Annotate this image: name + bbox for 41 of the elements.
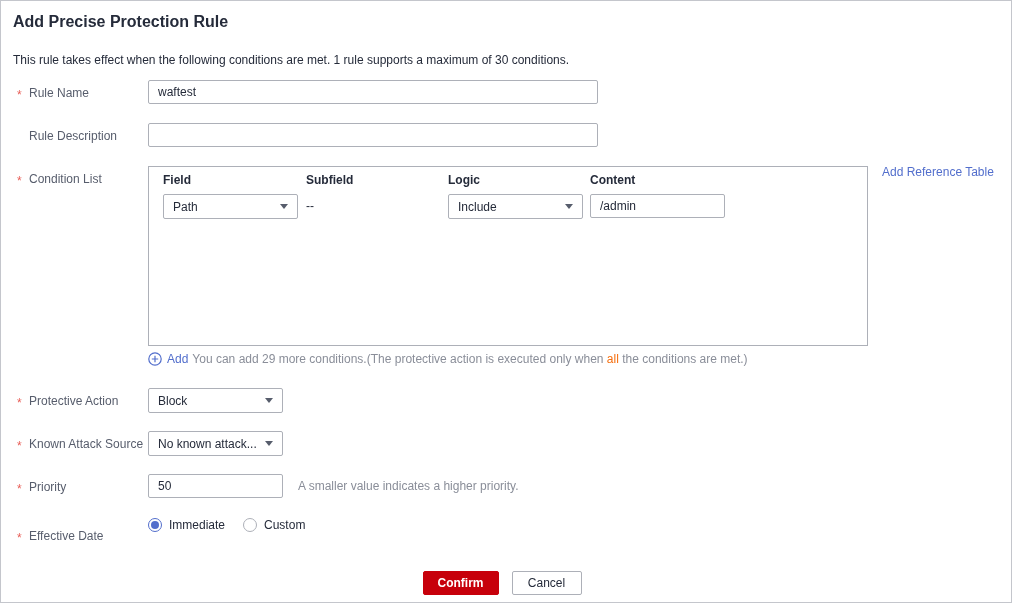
caret-icon [265,398,273,403]
dialog-title: Add Precise Protection Rule [13,12,230,32]
text-input[interactable]: /admin [590,194,725,218]
plus-circle-icon [148,352,162,366]
dropdown[interactable]: Path [163,194,298,219]
required-mark: * [17,87,23,103]
field-label: Protective Action [29,394,119,408]
required-mark: * [17,438,23,454]
confirm-button[interactable]: Confirm [422,571,499,595]
text-input[interactable] [148,123,598,147]
caret-icon [565,204,573,209]
required-mark: * [17,481,23,497]
add-reference-table-link[interactable]: Add Reference Table [882,166,994,346]
field-label: Condition List [29,172,102,186]
table-cell-text: -- [306,198,315,215]
radio-option[interactable]: Immediate [148,517,226,533]
field-label: Rule Name [29,86,90,100]
add-link[interactable]: Add [148,352,189,366]
field-label: Rule Description [29,129,118,143]
hint-text: You can add 29 more conditions.(The protective action is executed only when all the conditions are met.) [192,352,748,366]
radio-option[interactable]: Custom [243,517,306,533]
required-mark: * [17,530,23,546]
dropdown[interactable]: No known attack... [148,431,283,456]
field-label: Effective Date [29,529,104,543]
field-label: Known Attack Source [29,437,144,451]
text-input[interactable]: waftest [148,80,598,104]
text-input[interactable]: 50 [148,474,283,498]
intro-text: This rule takes effect when the following conditions are met. 1 rule supports a maximum of 30 conditions. [13,53,571,67]
required-mark: * [17,173,23,189]
field-label: Priority [29,480,67,494]
column-header: Field [163,173,192,187]
caret-icon [265,441,273,446]
cancel-button[interactable]: Cancel [511,571,582,595]
dropdown[interactable]: Block [148,388,283,413]
hint-text: A smaller value indicates a higher priority. [298,478,519,495]
column-header: Content [590,173,637,187]
required-mark: * [17,395,23,411]
column-header: Logic [448,173,481,187]
caret-icon [280,204,288,209]
dropdown[interactable]: Include [448,194,583,219]
column-header: Subfield [306,173,355,187]
